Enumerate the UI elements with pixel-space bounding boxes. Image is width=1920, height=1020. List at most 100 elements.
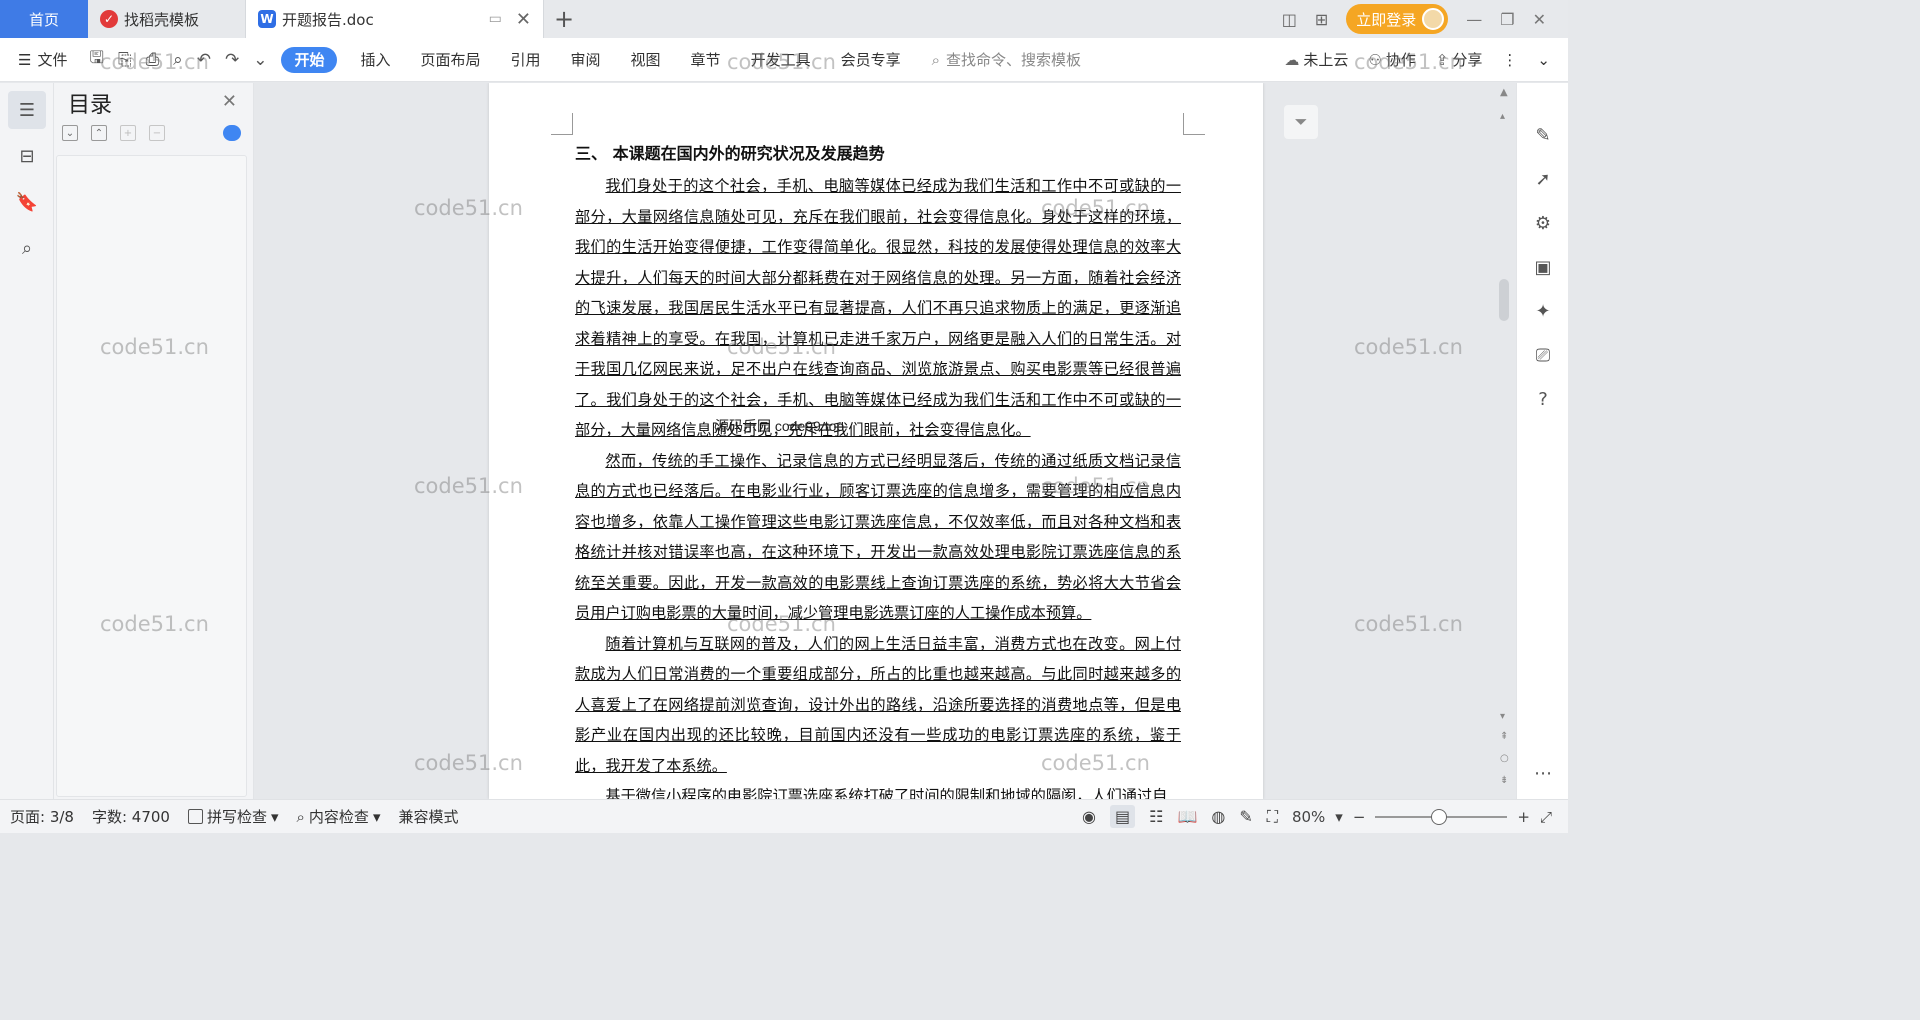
tab-home-ribbon[interactable]: 开始: [281, 46, 338, 73]
login-label: 立即登录: [1356, 10, 1417, 29]
compat-mode: 兼容模式: [398, 808, 459, 826]
remove-icon[interactable]: −: [149, 125, 165, 141]
find-icon[interactable]: ⌕: [8, 229, 46, 267]
tab-label: 开题报告.doc: [282, 10, 374, 29]
select-browse-icon[interactable]: ○: [1500, 753, 1509, 764]
print-icon[interactable]: ⎙: [146, 50, 160, 70]
more-icon[interactable]: ⋮: [1502, 51, 1517, 69]
save-icon[interactable]: 🖫: [89, 45, 103, 74]
new-tab-button[interactable]: +: [544, 0, 584, 38]
zoom-in-icon[interactable]: +: [1517, 808, 1530, 826]
adjust-icon[interactable]: ⚙: [1517, 201, 1569, 245]
chapter-nav-icon[interactable]: ⊟: [8, 137, 46, 175]
document-page[interactable]: 三、 本课题在国内外的研究状况及发展趋势 我们身处于的这个社会，手机、电脑等媒体…: [489, 83, 1263, 799]
left-rail: ☰ ⊟ 🔖 ⌕: [0, 83, 54, 799]
print-preview-icon[interactable]: ⌕: [173, 50, 183, 70]
collapse-icon[interactable]: ⌃: [91, 125, 107, 141]
hamburger-icon: ☰: [18, 50, 32, 69]
help-icon[interactable]: ?: [1517, 377, 1569, 421]
document-canvas[interactable]: 三、 本课题在国内外的研究状况及发展趋势 我们身处于的这个社会，手机、电脑等媒体…: [254, 83, 1516, 799]
zoom-level[interactable]: 80%: [1292, 808, 1325, 826]
minimize-icon[interactable]: —: [1466, 10, 1482, 29]
toc-panel: 目录 ✕ ⌄ ⌃ + −: [54, 83, 254, 799]
tab-developer[interactable]: 开发工具: [736, 47, 826, 73]
cloud-status[interactable]: ☁ 未上云: [1284, 49, 1348, 70]
select-cursor-icon[interactable]: ➚: [1517, 157, 1569, 201]
crop-mark: [1183, 113, 1205, 135]
collaborate-button[interactable]: ⚇ 协作: [1368, 49, 1415, 70]
scroll-up-icon[interactable]: ▴: [1500, 111, 1505, 122]
tab-page-layout[interactable]: 页面布局: [405, 47, 495, 73]
more-options-icon[interactable]: ⋯: [1517, 751, 1569, 795]
tab-view[interactable]: 视图: [616, 47, 676, 73]
tab-insert[interactable]: 插入: [345, 47, 405, 73]
page-indicator[interactable]: 页面: 3/8: [10, 806, 74, 827]
dropdown-icon: ▾: [270, 807, 279, 826]
web-view-icon[interactable]: ◍: [1211, 807, 1225, 826]
page-content[interactable]: 三、 本课题在国内外的研究状况及发展趋势 我们身处于的这个社会，手机、电脑等媒体…: [575, 141, 1181, 799]
fit-page-icon[interactable]: ⛶: [1267, 807, 1278, 827]
window-mode-icon[interactable]: ▭: [489, 11, 502, 27]
next-page-icon[interactable]: ⇟: [1500, 775, 1508, 786]
close-tab-icon[interactable]: ✕: [516, 9, 531, 30]
apps-grid-icon[interactable]: ⊞: [1315, 10, 1328, 29]
word-count[interactable]: 字数: 4700: [92, 806, 170, 827]
export-icon[interactable]: ⎘: [118, 50, 132, 70]
tab-section[interactable]: 章节: [676, 47, 736, 73]
write-mode-icon[interactable]: ✎: [1239, 807, 1252, 826]
tab-references[interactable]: 引用: [496, 47, 556, 73]
search-icon: ⌕: [931, 50, 940, 69]
layout-icon[interactable]: ◫: [1282, 10, 1297, 29]
pen-icon[interactable]: ✎: [1517, 113, 1569, 157]
dropdown-icon[interactable]: ▾: [1335, 808, 1343, 826]
collapse-ribbon-icon[interactable]: ⌄: [1537, 51, 1550, 69]
file-menu[interactable]: ☰ 文件: [0, 49, 81, 70]
paragraph: 基于微信小程序的电影院订票选座系统打破了时间的限制和地域的隔阂，人们通过自: [605, 787, 1168, 799]
close-window-icon[interactable]: ✕: [1533, 10, 1546, 29]
user-icon: ⚇: [1368, 51, 1382, 69]
spell-check-toggle[interactable]: 拼写检查 ▾: [187, 806, 279, 827]
tab-bar: 首页 ✓ 找稻壳模板 W 开题报告.doc ▭ ✕ + ◫ ⊞ 立即登录 — ❐…: [0, 0, 1568, 38]
tab-docer-templates[interactable]: ✓ 找稻壳模板: [88, 0, 246, 38]
tab-review[interactable]: 审阅: [556, 47, 616, 73]
ai-toc-icon[interactable]: [223, 125, 241, 141]
zoom-slider[interactable]: [1375, 808, 1508, 825]
command-search[interactable]: ⌕ 查找命令、搜索模板: [932, 49, 1081, 70]
zoom-out-icon[interactable]: −: [1353, 808, 1366, 826]
prev-page-icon[interactable]: ⇞: [1500, 731, 1508, 742]
more-dropdown-icon[interactable]: ⌄: [253, 50, 267, 70]
eye-protection-icon[interactable]: ◉: [1082, 807, 1096, 826]
page-view-icon[interactable]: ▤: [1109, 805, 1136, 828]
redo-icon[interactable]: ↷: [225, 50, 239, 70]
content-check-label: 内容检查: [308, 808, 369, 826]
status-bar: 页面: 3/8 字数: 4700 拼写检查 ▾ ⌕ 内容检查 ▾ 兼容模式 ◉ …: [0, 799, 1568, 833]
docer-icon: ✓: [100, 10, 118, 28]
content-check-button[interactable]: ⌕ 内容检查 ▾: [297, 806, 381, 827]
bookmark-icon[interactable]: 🔖: [8, 183, 46, 221]
undo-icon[interactable]: ↶: [197, 50, 211, 70]
smart-icon[interactable]: ✦: [1517, 289, 1569, 333]
zoom-slider-knob[interactable]: [1431, 808, 1448, 825]
close-icon[interactable]: ✕: [222, 91, 237, 112]
image-icon[interactable]: ▣: [1517, 245, 1569, 289]
toc-nav-icon[interactable]: ☰: [8, 91, 46, 129]
expand-icon[interactable]: ⌄: [62, 125, 78, 141]
share-button[interactable]: ⇪ 分享: [1436, 49, 1483, 70]
login-button[interactable]: 立即登录: [1346, 4, 1449, 34]
outline-view-icon[interactable]: ☷: [1149, 807, 1163, 826]
tab-home[interactable]: 首页: [0, 0, 88, 38]
vertical-scrollbar[interactable]: ▲ ▴ ▾ ⇞ ○ ⇟: [1494, 83, 1516, 799]
add-icon[interactable]: +: [120, 125, 136, 141]
restore-icon[interactable]: ❐: [1500, 10, 1514, 29]
content-check-icon: ⌕: [296, 807, 305, 826]
scroll-down-icon[interactable]: ▾: [1500, 711, 1505, 722]
reading-view-icon[interactable]: 📖: [1177, 807, 1197, 826]
tab-member[interactable]: 会员专享: [826, 47, 916, 73]
toc-title: 目录: [68, 93, 113, 118]
scroll-top-icon[interactable]: ▲: [1500, 87, 1508, 98]
scrollbar-thumb[interactable]: [1499, 279, 1509, 321]
fullscreen-icon[interactable]: ⤢: [1540, 808, 1552, 826]
filter-icon[interactable]: ⏷: [1284, 105, 1318, 139]
tab-document[interactable]: W 开题报告.doc ▭ ✕: [246, 0, 544, 38]
read-mode-icon[interactable]: ⎚: [1517, 333, 1569, 377]
